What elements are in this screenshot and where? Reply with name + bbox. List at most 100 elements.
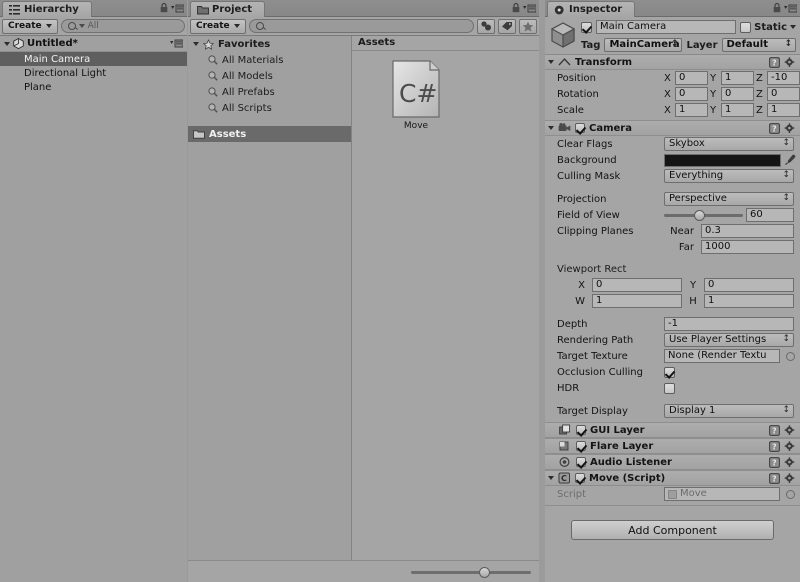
help-icon[interactable]: ? [769,472,780,484]
filter-by-type-icon[interactable] [477,18,495,34]
object-picker-icon[interactable] [786,489,795,499]
position-y-input[interactable]: 1 [721,71,754,85]
hierarchy-create-button[interactable]: Create [2,18,58,34]
panel-menu-icon[interactable] [784,4,798,13]
project-favorite-all-scripts[interactable]: All Scripts [188,100,351,116]
static-group[interactable]: Static [740,21,796,33]
tag-dropdown[interactable]: MainCamera [604,38,683,52]
scale-y-input[interactable]: 1 [721,103,754,117]
add-component-button[interactable]: Add Component [571,520,774,540]
chevron-down-icon[interactable] [548,126,554,130]
position-z-input[interactable]: -10 [767,71,800,85]
camera-rendering-path-dropdown[interactable]: Use Player Settings [664,333,794,347]
camera-depth-input[interactable]: -1 [664,317,794,331]
flare-layer-enabled-checkbox[interactable] [576,441,586,451]
scale-z-input[interactable]: 1 [767,103,800,117]
move-script-enabled-checkbox[interactable] [575,473,585,483]
slider-knob[interactable] [479,566,490,578]
tab-inspector[interactable]: Inspector [547,1,636,17]
scale-x-input[interactable]: 1 [675,103,708,117]
camera-fov-input[interactable]: 60 [746,208,794,222]
project-zoom-slider[interactable] [411,565,531,579]
layer-dropdown[interactable]: Default [721,38,796,52]
chevron-down-icon[interactable] [193,42,199,46]
gear-icon[interactable] [784,424,796,436]
camera-hdr-checkbox[interactable] [664,382,675,394]
slider-knob[interactable] [694,209,706,221]
component-flare-layer-header[interactable]: Flare Layer ? [545,439,800,454]
chevron-down-icon[interactable] [548,476,554,480]
component-transform-header[interactable]: Transform ? [545,55,800,70]
chevron-down-icon[interactable] [548,60,554,64]
camera-fov-slider[interactable] [664,208,743,222]
asset-item-move[interactable]: C# Move [380,60,452,131]
project-favorites-group[interactable]: Favorites [188,36,351,52]
help-icon[interactable]: ? [769,440,780,452]
position-x-input[interactable]: 0 [675,71,708,85]
gameobject-name-input[interactable]: Main Camera [596,20,737,34]
gui-layer-enabled-checkbox[interactable] [576,425,586,435]
hierarchy-root-menu[interactable] [170,39,183,48]
hierarchy-item-plane[interactable]: Plane [0,80,187,94]
chevron-down-icon[interactable] [790,25,796,29]
help-icon[interactable]: ? [769,424,780,436]
tab-hierarchy[interactable]: Hierarchy [2,1,92,17]
gear-icon[interactable] [784,122,796,134]
viewport-w-input[interactable]: 1 [592,294,682,308]
viewport-y-input[interactable]: 0 [704,278,794,292]
rotation-x-input[interactable]: 0 [675,87,708,101]
viewport-x-input[interactable]: 0 [592,278,682,292]
camera-target-texture-field[interactable]: None (Render Textu [664,349,780,363]
camera-clipping-label: Clipping Planes [557,225,634,237]
camera-culling-mask-dropdown[interactable]: Everything [664,169,794,183]
camera-enabled-checkbox[interactable] [575,123,585,133]
rotation-y-input[interactable]: 0 [721,87,754,101]
lock-icon[interactable] [512,3,520,13]
camera-target-display-dropdown[interactable]: Display 1 [664,404,794,418]
project-search-input[interactable] [248,19,474,33]
component-gui-layer-header[interactable]: GUI Layer ? [545,423,800,438]
eyedropper-icon[interactable] [784,154,796,166]
gear-icon[interactable] [784,440,796,452]
project-favorite-all-materials[interactable]: All Materials [188,52,351,68]
camera-background-color-swatch[interactable] [664,153,781,167]
camera-clear-flags-dropdown[interactable]: Skybox [664,137,794,151]
gear-icon[interactable] [784,472,796,484]
object-picker-icon[interactable] [786,351,795,361]
help-icon[interactable]: ? [769,456,780,468]
audio-listener-enabled-checkbox[interactable] [576,457,586,467]
component-move-script-header[interactable]: C Move (Script) ? [545,471,800,486]
static-checkbox[interactable] [740,21,752,33]
gear-icon[interactable] [784,456,796,468]
component-camera-header[interactable]: Camera ? [545,121,800,136]
move-script-object-field[interactable]: Move [664,487,780,501]
hierarchy-search-input[interactable]: All [60,19,185,33]
project-folder-assets[interactable]: Assets [188,126,351,142]
filter-by-label-icon[interactable] [498,18,516,34]
gear-icon[interactable] [784,56,796,68]
panel-menu-icon[interactable] [523,4,537,13]
camera-near-input[interactable]: 0.3 [701,224,794,238]
favorite-star-icon[interactable] [519,18,537,34]
rotation-z-input[interactable]: 0 [767,87,800,101]
help-icon[interactable]: ? [769,122,780,134]
project-favorite-all-prefabs[interactable]: All Prefabs [188,84,351,100]
project-favorite-all-models[interactable]: All Models [188,68,351,84]
camera-far-input[interactable]: 1000 [701,240,794,254]
camera-clear-flags-label: Clear Flags [557,138,613,150]
camera-projection-dropdown[interactable]: Perspective [664,192,794,206]
lock-icon[interactable] [160,3,168,13]
hierarchy-scene-root[interactable]: Untitled* [0,36,187,52]
chevron-down-icon[interactable] [4,41,10,46]
panel-menu-icon[interactable] [171,4,185,13]
gameobject-active-checkbox[interactable] [581,21,592,33]
camera-occlusion-checkbox[interactable] [664,366,675,378]
hierarchy-item-main-camera[interactable]: Main Camera [0,52,187,66]
tab-project[interactable]: Project [190,1,266,17]
project-create-button[interactable]: Create [190,18,246,34]
help-icon[interactable]: ? [769,56,780,68]
hierarchy-item-directional-light[interactable]: Directional Light [0,66,187,80]
lock-icon[interactable] [773,3,781,13]
viewport-h-input[interactable]: 1 [704,294,794,308]
component-audio-listener-header[interactable]: Audio Listener ? [545,455,800,470]
